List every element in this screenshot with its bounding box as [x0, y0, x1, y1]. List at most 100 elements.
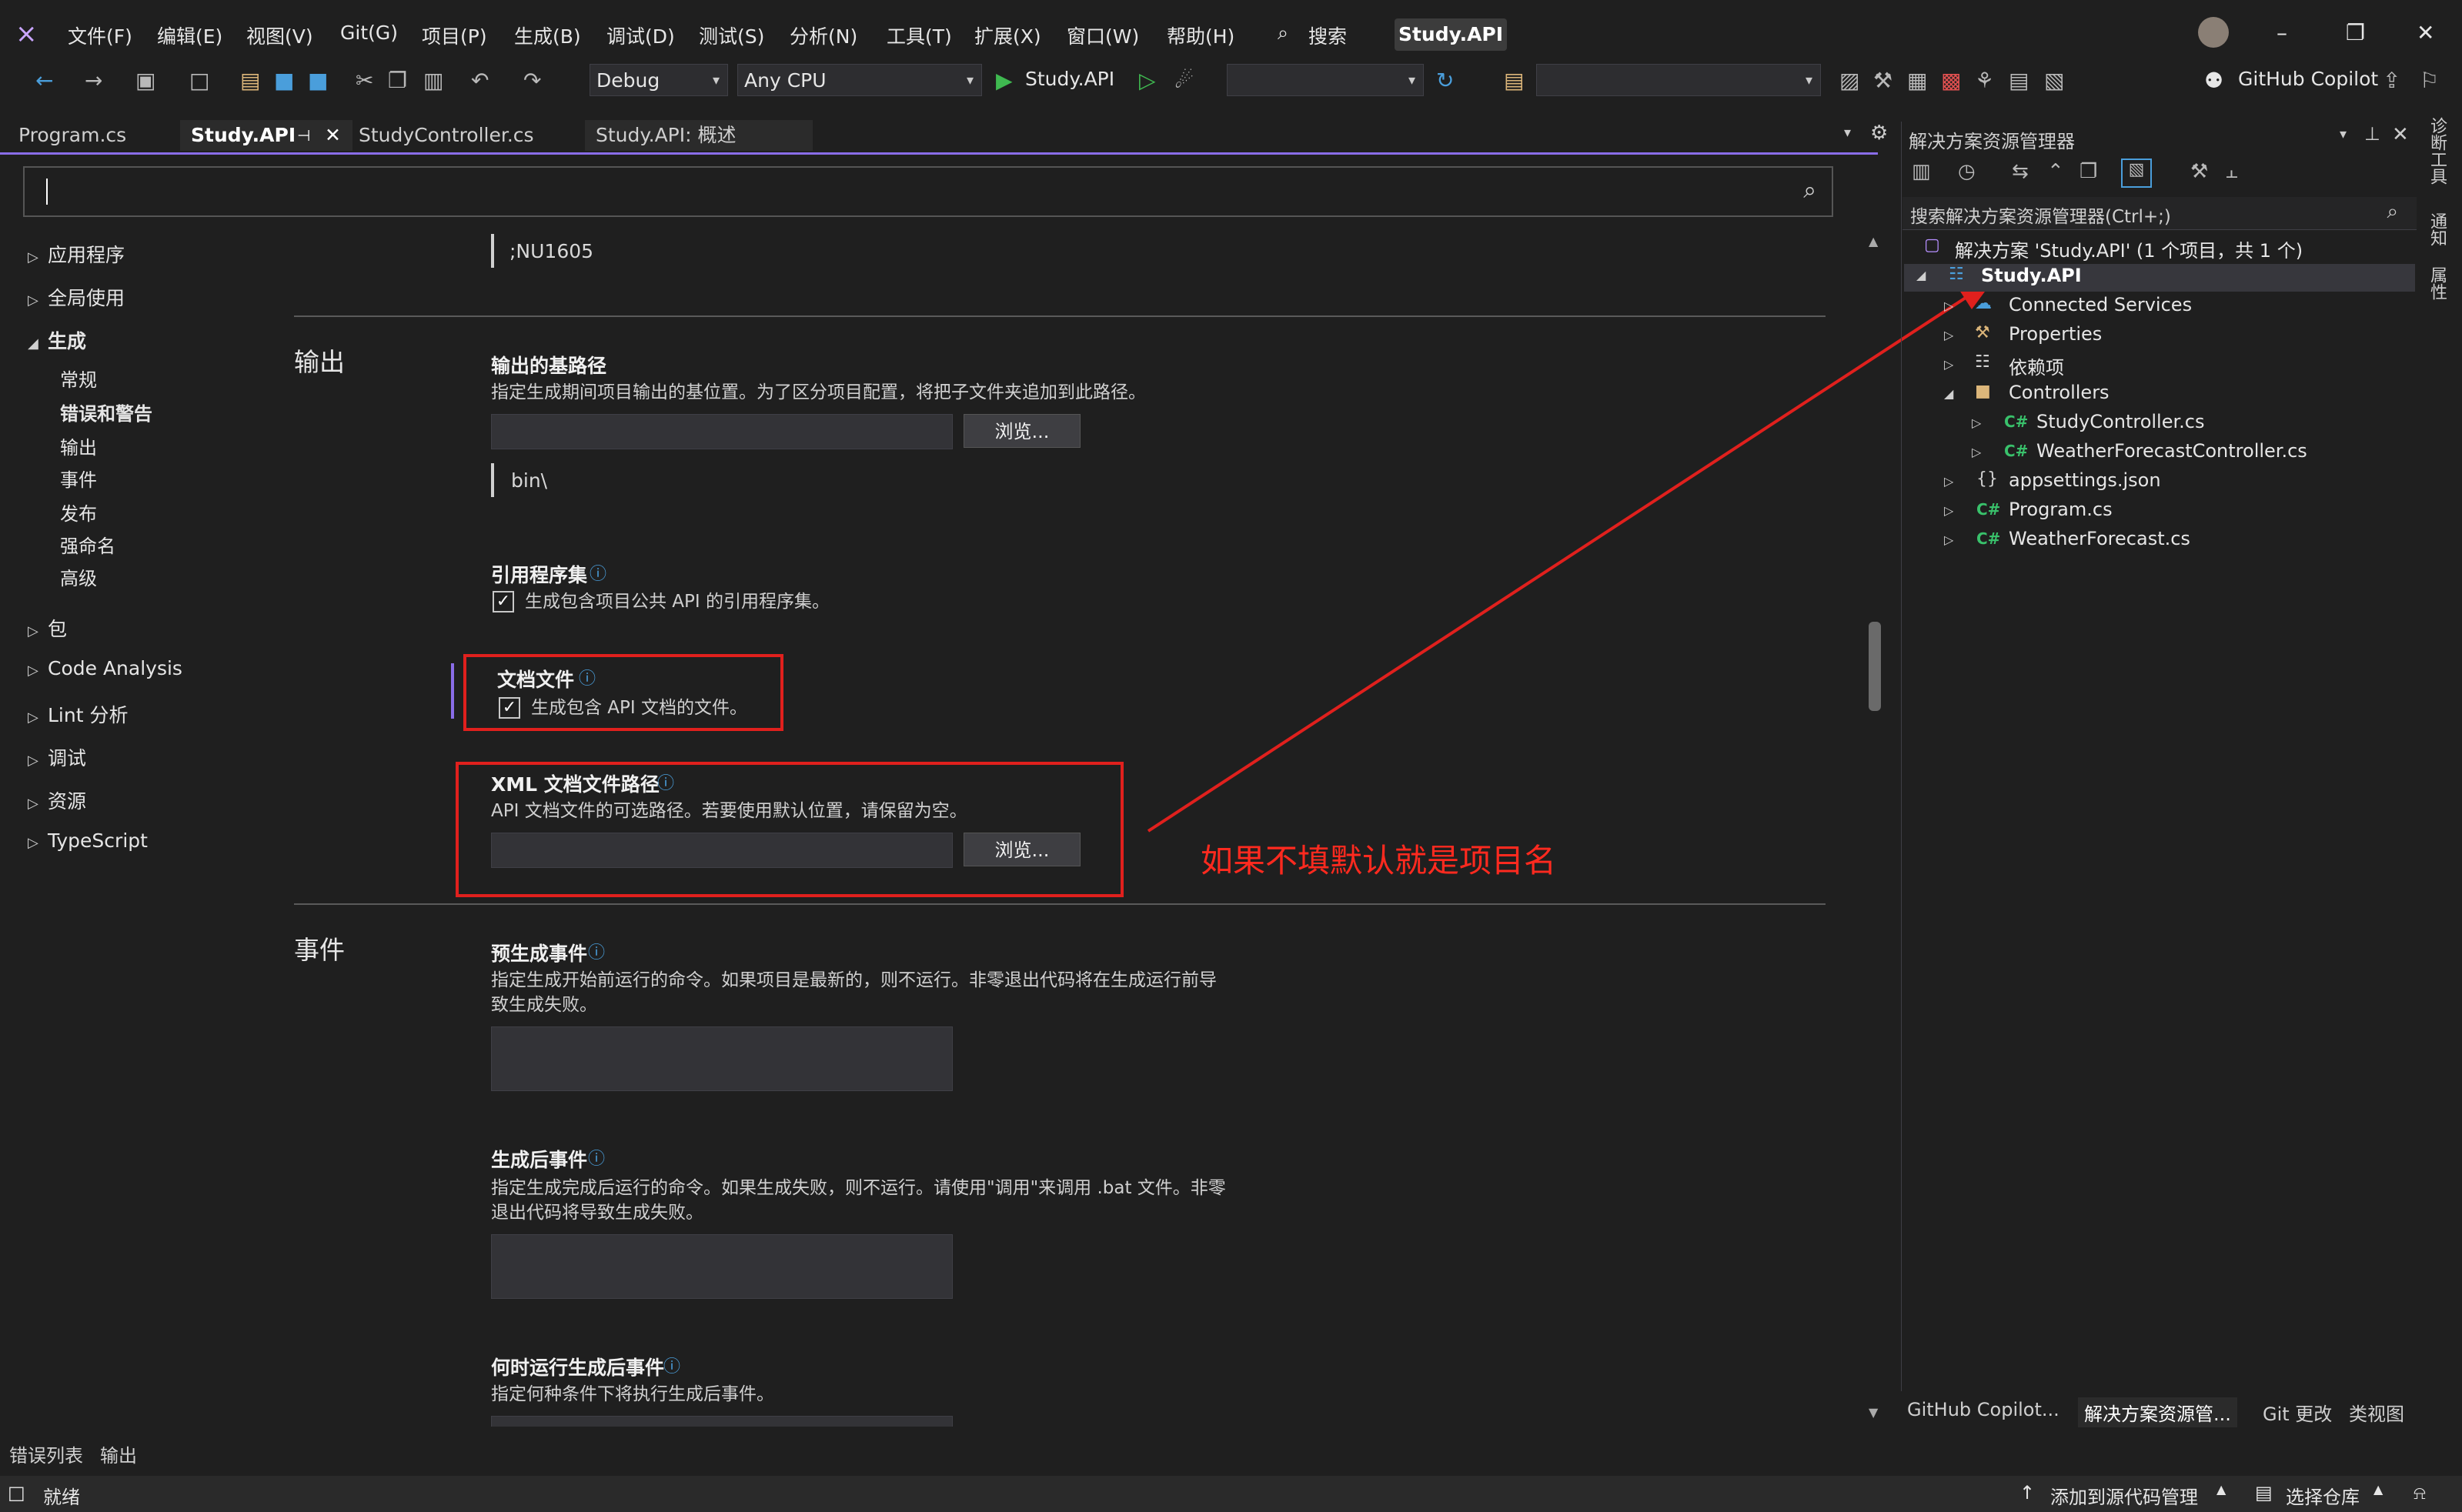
help-icon[interactable]: ⓘ: [590, 560, 606, 585]
switch-views-icon[interactable]: ▥: [1912, 160, 1931, 183]
chevron-right-icon[interactable]: ▷: [1972, 416, 1981, 430]
tab-program-cs[interactable]: Program.cs: [8, 120, 137, 151]
tab-error-list[interactable]: 错误列表: [9, 1440, 83, 1467]
when-run-select[interactable]: [491, 1416, 953, 1427]
tab-solution-explorer[interactable]: 解决方案资源管...: [2078, 1397, 2237, 1427]
search-menu-label[interactable]: 搜索: [1308, 22, 1347, 49]
tool-icon-6[interactable]: ▤: [2009, 68, 2029, 93]
redo-icon[interactable]: ↷: [523, 68, 541, 93]
paste-icon[interactable]: ▥: [423, 68, 443, 93]
menu-file[interactable]: 文件(F): [68, 22, 132, 49]
select-repo-button[interactable]: 选择仓库: [2286, 1482, 2360, 1509]
search-icon[interactable]: ⌕: [2387, 200, 2398, 224]
repo-icon[interactable]: ▤: [2255, 1482, 2273, 1504]
gear-icon[interactable]: ⚙: [1870, 122, 1888, 145]
postbuild-input[interactable]: [491, 1234, 953, 1299]
project-node[interactable]: Study.API: [1981, 265, 2082, 286]
menu-window[interactable]: 窗口(W): [1067, 22, 1139, 49]
tree-properties[interactable]: Properties: [2009, 323, 2102, 345]
tab-study-api[interactable]: Study.API ⊣ ✕: [180, 120, 352, 151]
tool-icon-1[interactable]: ▨: [1839, 68, 1859, 93]
copy-icon[interactable]: ❐: [388, 68, 407, 93]
menu-extensions[interactable]: 扩展(X): [974, 22, 1041, 49]
doc-file-checkbox[interactable]: ✓: [499, 697, 520, 719]
copilot-button[interactable]: GitHub Copilot: [2238, 68, 2378, 90]
back-icon[interactable]: ←: [35, 68, 53, 93]
side-tab-notifications[interactable]: 通知: [2424, 212, 2449, 246]
run-target-button[interactable]: Study.API: [1025, 68, 1114, 90]
tool-icon-5[interactable]: ⚘: [1975, 68, 1994, 93]
chevron-right-icon[interactable]: ▷: [1944, 299, 1953, 313]
chevron-down-icon[interactable]: ▾: [2340, 126, 2347, 142]
browse-base-path-button[interactable]: 浏览...: [964, 414, 1081, 448]
chevron-down-icon[interactable]: ◢: [1916, 268, 1926, 282]
scroll-down-icon[interactable]: ▼: [1869, 1405, 1878, 1420]
new-project-icon[interactable]: ▣: [135, 68, 155, 93]
tool-icon-3[interactable]: ▦: [1907, 68, 1927, 93]
wrench-icon[interactable]: ⚒: [1873, 68, 1892, 93]
tab-git-changes[interactable]: Git 更改: [2263, 1399, 2332, 1426]
help-icon[interactable]: ⓘ: [657, 769, 674, 794]
content-scrollbar[interactable]: [1862, 231, 1884, 1431]
tree-study-controller[interactable]: StudyController.cs: [2036, 411, 2204, 432]
save-icon[interactable]: ■: [274, 68, 294, 93]
folder-icon[interactable]: ▤: [1504, 68, 1524, 93]
chevron-right-icon[interactable]: ▷: [1944, 328, 1953, 342]
nav-application[interactable]: ▷ 应用程序: [28, 240, 125, 268]
tab-study-controller[interactable]: StudyController.cs: [348, 120, 545, 151]
share-icon[interactable]: ⇪: [2383, 68, 2400, 93]
tab-output[interactable]: 输出: [100, 1440, 137, 1467]
chevron-right-icon[interactable]: ▷: [1972, 445, 1981, 459]
tree-dependencies[interactable]: 依赖项: [2009, 352, 2064, 379]
help-icon[interactable]: ⓘ: [588, 1145, 605, 1170]
close-panel-icon[interactable]: ✕: [2392, 123, 2409, 146]
platform-select[interactable]: Any CPU ▾: [737, 64, 982, 96]
nav-typescript[interactable]: ▷ TypeScript: [28, 829, 148, 852]
close-tab-icon[interactable]: ✕: [325, 120, 341, 151]
tree-appsettings[interactable]: appsettings.json: [2009, 469, 2161, 491]
nav-build-errors[interactable]: 错误和警告: [60, 399, 152, 426]
undo-icon[interactable]: ↶: [471, 68, 489, 93]
copy-icon[interactable]: ❐: [2080, 160, 2097, 183]
start-debug-icon[interactable]: ▶: [996, 68, 1013, 93]
nav-global-usings[interactable]: ▷ 全局使用: [28, 283, 125, 311]
debug-target-select[interactable]: ▾: [1227, 64, 1424, 96]
nav-build-publish[interactable]: 发布: [60, 499, 97, 526]
menu-test[interactable]: 测试(S): [699, 22, 764, 49]
configuration-select[interactable]: Debug ▾: [590, 64, 728, 96]
avatar[interactable]: [2198, 17, 2229, 48]
minimize-icon[interactable]: –: [2277, 20, 2287, 45]
nav-build-events[interactable]: 事件: [60, 465, 97, 492]
chevron-up-icon[interactable]: ▲: [2216, 1482, 2226, 1497]
history-icon[interactable]: ◷: [1958, 160, 1976, 183]
pin-icon[interactable]: ⊥: [2364, 123, 2380, 145]
pin-icon[interactable]: ⊣: [297, 120, 310, 151]
empty-select[interactable]: ▾: [1536, 64, 1821, 96]
side-tab-diagnostics[interactable]: 诊断工具: [2424, 117, 2449, 185]
close-window-icon[interactable]: ✕: [2417, 20, 2434, 45]
menu-tools[interactable]: 工具(T): [887, 22, 952, 49]
search-icon[interactable]: ⌕: [1803, 177, 1816, 204]
tab-github-copilot[interactable]: GitHub Copilot...: [1907, 1399, 2059, 1420]
add-source-control-button[interactable]: 添加到源代码管理: [2050, 1482, 2198, 1509]
tool-icon-7[interactable]: ▧: [2044, 68, 2064, 93]
menu-view[interactable]: 视图(V): [246, 22, 313, 49]
hot-reload-icon[interactable]: ☄: [1174, 68, 1194, 93]
side-tab-properties[interactable]: 属性: [2424, 266, 2449, 300]
solution-node[interactable]: 解决方案 'Study.API' (1 个项目，共 1 个): [1955, 235, 2303, 262]
tab-class-view[interactable]: 类视图: [2349, 1399, 2404, 1426]
upload-icon[interactable]: ↑: [2019, 1482, 2035, 1504]
show-all-files-icon[interactable]: ▧: [2121, 159, 2152, 188]
collapse-all-icon[interactable]: ⌃: [2047, 160, 2064, 183]
tree-connected-services[interactable]: Connected Services: [2009, 294, 2192, 315]
chevron-right-icon[interactable]: ▷: [1944, 503, 1953, 518]
help-icon[interactable]: ⓘ: [588, 939, 605, 963]
nav-build-general[interactable]: 常规: [60, 365, 97, 392]
tab-list-icon[interactable]: ▾: [1844, 125, 1851, 141]
preview-icon[interactable]: ⫠: [2226, 160, 2238, 184]
chevron-right-icon[interactable]: ▷: [1944, 474, 1953, 489]
save-all-icon[interactable]: ■: [308, 68, 328, 93]
base-path-input[interactable]: [491, 414, 953, 449]
tree-weather-controller[interactable]: WeatherForecastController.cs: [2036, 440, 2307, 462]
refresh-icon[interactable]: ↻: [1436, 68, 1454, 93]
